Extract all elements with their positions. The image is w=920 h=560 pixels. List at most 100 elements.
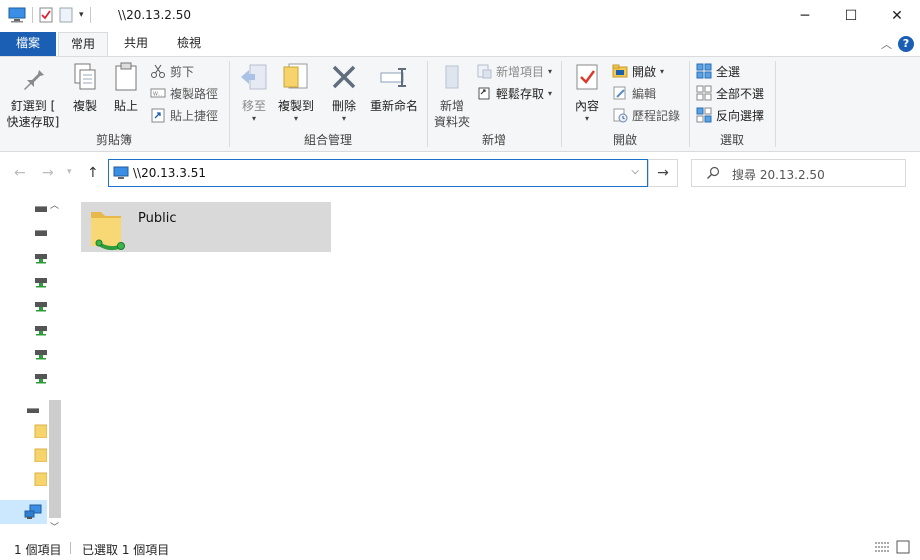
- close-button[interactable]: ✕: [874, 0, 920, 32]
- paste-shortcut-button[interactable]: 貼上捷徑: [150, 105, 218, 125]
- qat-separator: [32, 7, 33, 23]
- new-item-icon: [477, 64, 492, 79]
- copy-path-button[interactable]: W... 複製路徑: [150, 83, 218, 103]
- address-bar[interactable]: \\20.13.3.51 ⌵: [108, 159, 648, 187]
- scroll-down-icon[interactable]: ﹀: [50, 520, 59, 533]
- item-count: 1 個項目: [14, 543, 62, 557]
- drive-icon[interactable]: [34, 226, 48, 240]
- select-none-label: 全部不選: [716, 86, 765, 101]
- selected-count: 已選取 1 個項目: [82, 543, 170, 557]
- properties-label: 內容: [574, 99, 599, 113]
- maximize-icon: ☐: [844, 8, 858, 24]
- back-arrow-icon[interactable]: ←: [14, 165, 26, 181]
- copy-to-button[interactable]: 複製到 ▾: [274, 61, 318, 123]
- tab-file[interactable]: 檔案: [0, 32, 56, 56]
- easy-access-caret-icon: ▾: [548, 88, 553, 98]
- new-folder-qat-icon[interactable]: [59, 7, 73, 23]
- tab-view[interactable]: 檢視: [164, 32, 214, 56]
- help-icon[interactable]: ?: [898, 36, 914, 52]
- forward-arrow-icon[interactable]: →: [42, 165, 54, 181]
- tab-home[interactable]: 常用: [58, 32, 108, 57]
- select-all-button[interactable]: 全選: [696, 61, 740, 81]
- network-drive-icon[interactable]: [34, 322, 48, 336]
- collapse-ribbon-icon[interactable]: ︿: [881, 36, 892, 52]
- details-view-icon[interactable]: [874, 540, 890, 554]
- network-computer-icon: [113, 166, 129, 179]
- easy-access-button[interactable]: 輕鬆存取 ▾: [476, 83, 552, 103]
- copy-path-label: 複製路徑: [170, 86, 219, 101]
- up-arrow-icon[interactable]: ↑: [87, 165, 99, 181]
- easy-access-label: 輕鬆存取: [496, 86, 545, 101]
- select-all-icon: [696, 63, 712, 79]
- network-drive-icon[interactable]: [34, 346, 48, 360]
- close-icon: ✕: [891, 8, 903, 24]
- clipboard-group: 釘選到 [ 快速存取] 複製 貼上 剪下 W... 複製路徑 貼上捷徑 剪貼簿: [0, 57, 228, 151]
- new-folder-icon: [445, 65, 459, 89]
- view-switcher: [874, 540, 910, 554]
- address-dropdown-icon[interactable]: ⌵: [631, 166, 639, 177]
- customize-qat-icon[interactable]: ▾: [79, 10, 84, 20]
- new-item-button[interactable]: 新增項目 ▾: [476, 61, 552, 81]
- cut-label: 剪下: [170, 64, 195, 79]
- new-group-label: 新增: [481, 133, 506, 147]
- network-drive-icon[interactable]: [34, 250, 48, 264]
- select-none-button[interactable]: 全部不選: [696, 83, 764, 103]
- move-to-button[interactable]: 移至 ▾: [234, 61, 274, 123]
- minimize-icon: ─: [800, 8, 810, 24]
- clipboard-group-label: 剪貼簿: [95, 133, 132, 147]
- recent-locations-icon[interactable]: ▾: [67, 167, 72, 177]
- folder-icon[interactable]: [34, 424, 48, 438]
- drive-icon[interactable]: [26, 404, 40, 418]
- pin-quick-access-button[interactable]: 釘選到 [ 快速存取]: [4, 61, 62, 130]
- tab-share[interactable]: 共用: [112, 32, 160, 56]
- maximize-button[interactable]: ☐: [828, 0, 874, 32]
- cut-button[interactable]: 剪下: [150, 61, 194, 81]
- network-drive-icon[interactable]: [34, 370, 48, 384]
- edit-icon: [613, 86, 626, 100]
- copy-to-icon: [283, 63, 308, 89]
- paste-button[interactable]: 貼上: [106, 61, 146, 114]
- edit-label: 編輯: [632, 86, 657, 101]
- list-item[interactable]: Public: [81, 202, 331, 252]
- network-drive-icon[interactable]: [34, 274, 48, 288]
- copy-button[interactable]: 複製: [64, 61, 106, 114]
- network-drive-icon[interactable]: [34, 298, 48, 312]
- history-icon: [613, 108, 628, 123]
- open-button[interactable]: 開啟 ▾: [612, 61, 664, 81]
- pin-label-2: 快速存取]: [6, 115, 60, 129]
- open-group: 內容 ▾ 開啟 ▾ 編輯 歷程記錄 開啟: [562, 57, 688, 151]
- open-folder-icon: [612, 64, 628, 78]
- nav-pane-scroll-thumb[interactable]: [49, 400, 61, 518]
- go-button[interactable]: →: [648, 159, 678, 187]
- computer-icon[interactable]: [8, 7, 26, 23]
- properties-check-icon[interactable]: [39, 7, 53, 23]
- drive-icon[interactable]: [34, 202, 48, 216]
- status-bar: 1 個項目 已選取 1 個項目: [0, 534, 920, 560]
- folder-icon[interactable]: [34, 448, 48, 462]
- rename-button[interactable]: 重新命名: [366, 61, 422, 114]
- history-button[interactable]: 歷程記錄: [612, 105, 680, 125]
- new-folder-button[interactable]: 新增 資料夾: [432, 61, 472, 130]
- pin-label-1: 釘選到 [: [10, 99, 56, 113]
- large-icons-view-icon[interactable]: [896, 540, 910, 554]
- invert-selection-icon: [696, 107, 712, 123]
- new-item-caret-icon: ▾: [548, 66, 553, 76]
- delete-caret-icon: ▾: [341, 114, 346, 123]
- network-icon[interactable]: [24, 504, 42, 520]
- scroll-up-icon[interactable]: ︿: [50, 198, 59, 211]
- copy-to-label: 複製到: [277, 99, 314, 113]
- new-folder-label-1: 新增: [439, 99, 464, 113]
- delete-button[interactable]: 刪除 ▾: [326, 61, 362, 123]
- select-group-label: 選取: [719, 133, 744, 147]
- search-box[interactable]: 搜尋 20.13.2.50: [691, 159, 906, 187]
- item-name: Public: [138, 211, 177, 226]
- invert-selection-button[interactable]: 反向選擇: [696, 105, 764, 125]
- open-group-label: 開啟: [612, 133, 637, 147]
- select-none-icon: [696, 85, 712, 101]
- properties-button[interactable]: 內容 ▾: [568, 61, 606, 123]
- go-arrow-icon: →: [657, 165, 669, 181]
- folder-icon[interactable]: [34, 472, 48, 486]
- minimize-button[interactable]: ─: [782, 0, 828, 32]
- shared-folder-icon: [91, 212, 125, 251]
- edit-button[interactable]: 編輯: [612, 83, 656, 103]
